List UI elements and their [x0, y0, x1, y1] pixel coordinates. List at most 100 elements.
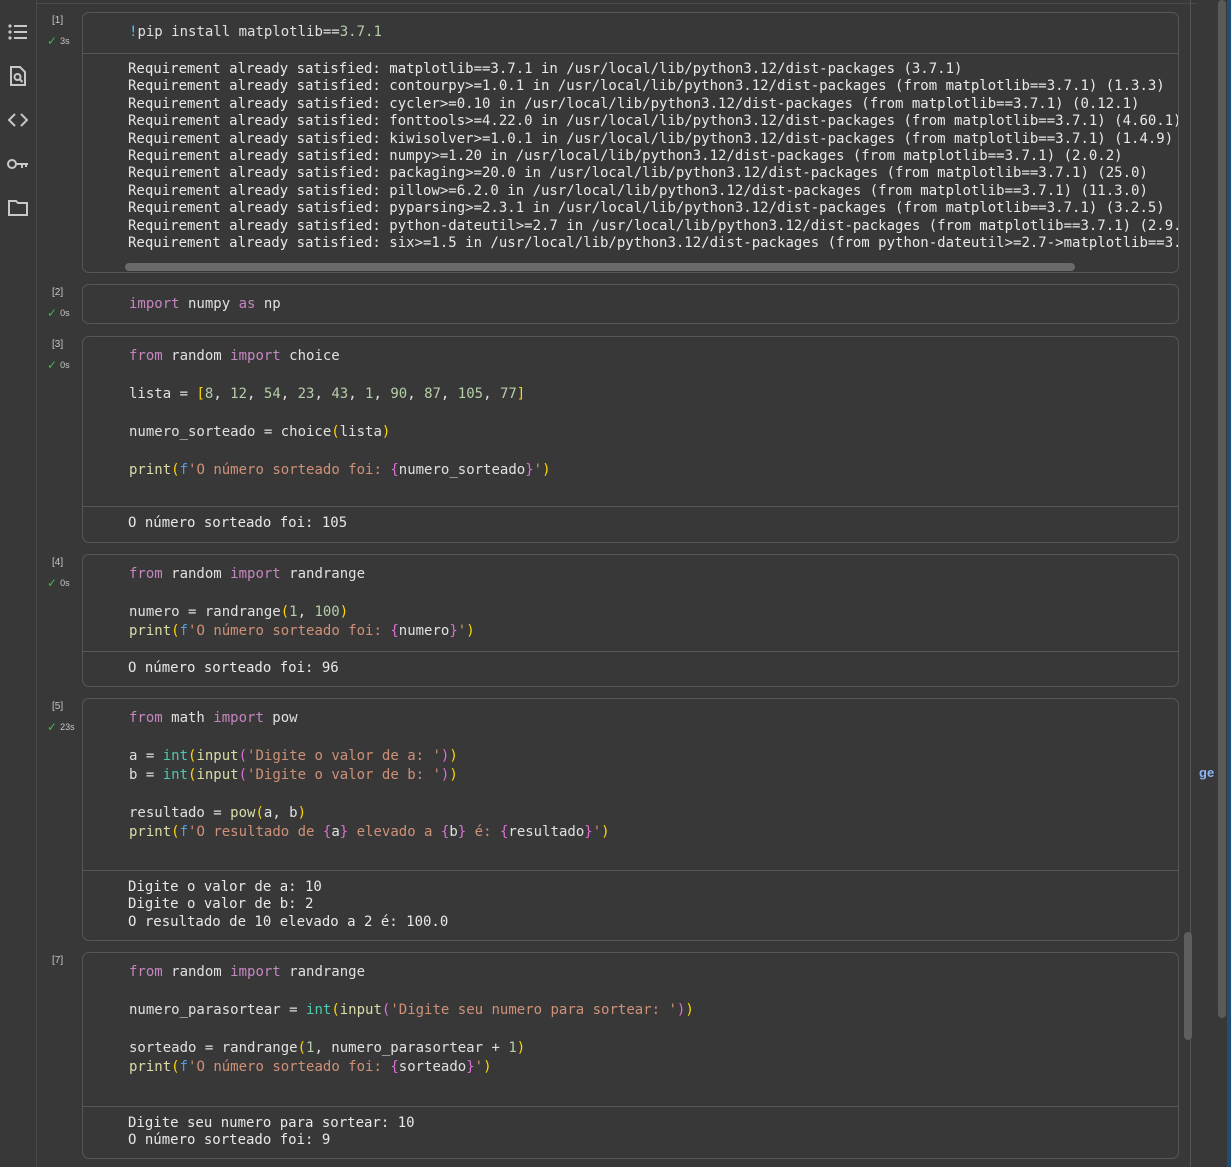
- output-line: Requirement already satisfied: pyparsing…: [128, 200, 1165, 217]
- code-token: numpy: [179, 296, 239, 312]
- code-line: numero_sorteado = choice(lista): [129, 423, 1178, 442]
- code-token: ): [601, 824, 610, 840]
- output-line: Requirement already satisfied: six>=1.5 …: [128, 235, 1178, 252]
- code-editor[interactable]: from math import pow a = int(input('Digit…: [83, 699, 1178, 870]
- code-editor[interactable]: from random import choice lista = [8, 12,…: [83, 337, 1178, 506]
- code-token: ): [685, 1002, 694, 1018]
- code-cell[interactable]: import numpy as np: [82, 284, 1179, 324]
- check-icon: ✓: [47, 720, 58, 734]
- execution-count[interactable]: [7]: [52, 955, 63, 966]
- code-token: }: [525, 462, 534, 478]
- code-token: ): [516, 1040, 526, 1056]
- execution-count[interactable]: [3]: [52, 339, 63, 350]
- code-token: (: [331, 424, 340, 440]
- code-editor[interactable]: from random import randrange numero = ran…: [83, 555, 1178, 651]
- code-token: 12: [230, 386, 248, 402]
- execution-time: 0s: [60, 360, 70, 370]
- code-token: 1: [289, 604, 298, 620]
- execution-count[interactable]: [4]: [52, 557, 63, 568]
- code-token: (: [171, 824, 180, 840]
- code-token: elevado a: [348, 824, 441, 840]
- code-editor[interactable]: !pip install matplotlib==3.7.1: [83, 13, 1178, 53]
- code-token: int: [162, 767, 189, 783]
- code-token: randrange: [280, 566, 366, 582]
- code-token: }: [449, 623, 458, 639]
- code-token: ,: [440, 386, 458, 402]
- code-token: from: [129, 566, 163, 582]
- execution-time: 23s: [60, 722, 75, 732]
- code-token: 'O número sorteado foi:: [188, 462, 391, 478]
- execution-time: 0s: [60, 578, 70, 588]
- code-line: import numpy as np: [129, 295, 1178, 314]
- cell-output: Digite seu numero para sortear: 10 O núme…: [83, 1106, 1178, 1158]
- files-folder-icon[interactable]: [7, 197, 29, 219]
- code-token: from: [129, 710, 163, 726]
- cell-output: O número sorteado foi: 96: [83, 651, 1178, 686]
- code-token: pow: [263, 710, 298, 726]
- code-token: 90: [390, 386, 408, 402]
- code-token: b =: [129, 767, 163, 783]
- code-token: ,: [247, 386, 264, 402]
- code-token: input: [196, 748, 239, 764]
- code-token: numero_sorteado = choice: [129, 424, 332, 440]
- code-cell[interactable]: from math import pow a = int(input('Digit…: [82, 698, 1179, 941]
- check-icon: ✓: [47, 34, 58, 48]
- code-token: f: [179, 1059, 189, 1075]
- code-token: ): [542, 462, 551, 478]
- secrets-key-icon[interactable]: [7, 153, 29, 175]
- code-token: import: [230, 348, 281, 364]
- output-line: Requirement already satisfied: matplotli…: [128, 61, 963, 77]
- window-edge: [1227, 0, 1231, 1167]
- code-token: (: [255, 805, 264, 821]
- code-cell[interactable]: from random import choice lista = [8, 12,…: [82, 336, 1179, 543]
- code-token: import: [213, 710, 264, 726]
- code-editor[interactable]: import numpy as np: [83, 285, 1178, 323]
- code-line: print(f'O número sorteado foi: {numero}'…: [129, 622, 1178, 641]
- code-cell[interactable]: !pip install matplotlib==3.7.1 Requiremen…: [82, 12, 1179, 273]
- output-line: O número sorteado foi: 9: [128, 1132, 331, 1149]
- code-cell[interactable]: from random import randrange numero_paras…: [82, 952, 1179, 1159]
- code-token: }: [466, 1059, 475, 1075]
- code-line: from random import randrange: [129, 963, 1178, 982]
- code-token: (: [297, 1040, 307, 1056]
- code-token: ]: [516, 386, 526, 402]
- code-editor[interactable]: from random import randrange numero_paras…: [83, 953, 1178, 1106]
- execution-status: ✓ 23s: [47, 720, 75, 734]
- execution-time: 0s: [60, 308, 70, 318]
- code-token: }: [457, 824, 467, 840]
- output-line: Requirement already satisfied: pillow>=6…: [128, 182, 1148, 199]
- execution-count[interactable]: [1]: [52, 15, 63, 26]
- code-token: ,: [348, 386, 366, 402]
- code-cell[interactable]: from random import randrange numero = ran…: [82, 554, 1179, 687]
- code-token: ): [339, 604, 349, 620]
- output-line: Digite seu numero para sortear: 10: [128, 1115, 415, 1131]
- output-line: Requirement already satisfied: cycler>=0…: [128, 95, 1140, 112]
- code-line: numero = randrange(1, 100): [129, 603, 1178, 622]
- code-token: import: [129, 296, 180, 312]
- code-token: 77: [499, 386, 517, 402]
- code-token: {: [390, 1059, 399, 1075]
- output-line: O resultado de 10 elevado a 2 é: 100.0: [128, 913, 449, 930]
- code-token: f: [179, 623, 189, 639]
- code-token: from: [129, 964, 163, 980]
- code-line: numero_parasortear = int(input('Digite s…: [129, 1001, 1178, 1020]
- right-panel-scrollbar[interactable]: [1218, 0, 1226, 1018]
- find-replace-icon[interactable]: [7, 65, 29, 87]
- code-token: 43: [331, 386, 349, 402]
- output-horizontal-scrollbar[interactable]: [125, 263, 1075, 271]
- execution-count[interactable]: [2]: [52, 287, 63, 298]
- left-sidebar: [0, 0, 37, 1167]
- code-token: ): [483, 1059, 492, 1075]
- execution-count[interactable]: [5]: [52, 701, 63, 712]
- code-line: from math import pow: [129, 709, 1178, 728]
- code-snippets-icon[interactable]: [7, 109, 29, 131]
- notebook-scrollbar[interactable]: [1184, 932, 1192, 1040]
- table-of-contents-icon[interactable]: [7, 21, 29, 43]
- code-token: numero_sorteado: [398, 462, 526, 478]
- cell-output: O número sorteado foi: 105: [83, 506, 1178, 542]
- code-token: (: [331, 1002, 340, 1018]
